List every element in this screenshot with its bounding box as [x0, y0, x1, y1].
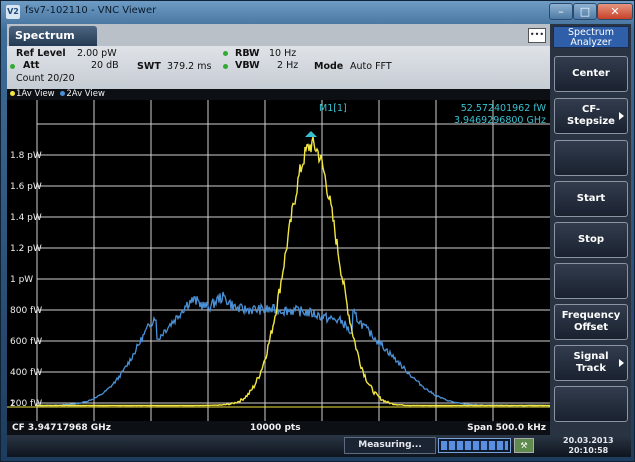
minimize-button[interactable]: – [549, 3, 573, 20]
softkey-empty-8[interactable] [554, 386, 628, 422]
softkey-empty-5[interactable] [554, 263, 628, 299]
frequency-axis-bar: CF 3.94717968 GHz 10000 pts Span 500.0 k… [7, 421, 550, 435]
softkey-empty-2[interactable] [554, 140, 628, 176]
softkey-panel: Spectrum Analyzer Center CF-Stepsize Start… [550, 24, 631, 435]
marker-value: 52.572401962 fW [460, 103, 546, 114]
softkey-label: Center [572, 68, 610, 79]
att-led-icon [10, 64, 15, 69]
ref-level-label: Ref Level [16, 48, 66, 59]
trace1-dot-icon [10, 91, 15, 96]
marker-info: 52.572401962 fW 3.9469296800 GHz [454, 103, 546, 127]
trace2-dot-icon [60, 91, 66, 96]
tab-spectrum[interactable]: Spectrum [9, 26, 97, 46]
y-tick-label: 1.8 pW [10, 151, 42, 161]
progress-fill [441, 441, 508, 450]
trace2-blue [36, 291, 550, 407]
marker-frequency: 3.9469296800 GHz [453, 115, 546, 126]
instrument-display: Spectrum ••• Ref Level 2.00 pW Att 20 dB… [7, 24, 631, 457]
center-frequency: CF 3.94717968 GHz [12, 423, 111, 433]
softkey-start[interactable]: Start [554, 181, 628, 217]
status-bar: Measuring... ⚒ 20.03.2013 20:10:58 [7, 435, 631, 457]
y-tick-label: 800 fW [10, 306, 42, 316]
vnc-app-icon: V2 [6, 5, 20, 19]
softkey-label: Stop [577, 234, 604, 245]
softkey-frequency-offset[interactable]: Frequency Offset [554, 304, 628, 340]
spectrum-plot[interactable]: 1.8 pW 1.6 pW 1.4 pW 1.2 pW 1 pW 800 fW 600 fW… [7, 100, 550, 421]
rbw-led-icon [223, 51, 228, 56]
y-tick-label: 1.2 pW [10, 244, 42, 254]
mode-label: Mode [314, 61, 344, 72]
maximize-button[interactable]: □ [573, 3, 597, 20]
softkey-label: Signal Track [573, 351, 609, 374]
trace1-yellow [36, 136, 550, 407]
tools-icon[interactable]: ⚒ [514, 438, 534, 453]
submenu-arrow-icon [619, 359, 624, 367]
title-bar[interactable]: V2 fsv7-102110 - VNC Viewer – □ ✕ [1, 1, 635, 23]
more-icon[interactable]: ••• [528, 28, 546, 43]
marker-label: M1[1] [319, 103, 347, 114]
vnc-window: V2 fsv7-102110 - VNC Viewer – □ ✕ Spectr… [0, 0, 635, 462]
softkey-label: Start [576, 193, 606, 204]
submenu-arrow-icon [619, 112, 624, 120]
trace1-label[interactable]: 1Av View [16, 89, 55, 99]
spectrum-graph: 1.8 pW 1.6 pW 1.4 pW 1.2 pW 1 pW 800 fW 600 fW… [7, 100, 550, 421]
softkey-menu-title-line2: Analyzer [570, 37, 612, 48]
swt-label: SWT [137, 61, 161, 72]
close-button[interactable]: ✕ [597, 3, 633, 20]
date-time: 20.03.2013 20:10:58 [563, 436, 614, 456]
date-value: 20.03.2013 [563, 436, 614, 445]
softkey-label: CF-Stepsize [567, 104, 615, 127]
softkey-center[interactable]: Center [554, 56, 628, 92]
y-tick-label: 1 pW [10, 275, 33, 285]
info-area: Spectrum ••• Ref Level 2.00 pW Att 20 dB… [7, 24, 550, 100]
att-value[interactable]: 20 dB [91, 60, 119, 71]
span-value: Span 500.0 kHz [467, 423, 546, 433]
settings-panel: Ref Level 2.00 pW Att 20 dB Count 20/20 … [7, 46, 550, 89]
ref-level-value[interactable]: 2.00 pW [77, 48, 117, 59]
grid [36, 100, 550, 421]
trace-legend: 1Av View 2Av View [7, 89, 550, 100]
softkey-label: Frequency Offset [561, 310, 621, 333]
swt-value[interactable]: 379.2 ms [167, 61, 211, 72]
rbw-value[interactable]: 10 Hz [269, 48, 296, 59]
vbw-led-icon [223, 64, 228, 69]
softkey-menu-title: Spectrum Analyzer [553, 26, 629, 48]
att-label: Att [23, 60, 40, 71]
trace-level-label: 1 [10, 399, 15, 408]
points-count: 10000 pts [250, 423, 301, 433]
y-tick-label: 1.6 pW [10, 182, 42, 192]
measuring-status: Measuring... [344, 437, 436, 454]
vbw-value[interactable]: 2 Hz [277, 60, 298, 71]
rbw-label: RBW [235, 48, 260, 59]
time-value: 20:10:58 [568, 446, 609, 455]
vbw-label: VBW [235, 60, 260, 71]
window-title: fsv7-102110 - VNC Viewer [25, 5, 157, 16]
softkey-cf-stepsize[interactable]: CF-Stepsize [554, 98, 628, 134]
y-tick-label: 600 fW [10, 337, 42, 347]
marker-m1-icon[interactable] [305, 131, 317, 137]
y-tick-label: 1.4 pW [10, 213, 42, 223]
softkey-stop[interactable]: Stop [554, 222, 628, 258]
y-tick-label: 400 fW [10, 368, 42, 378]
count-value: Count 20/20 [16, 73, 75, 84]
measurement-progress-bar [438, 438, 511, 453]
trace2-label[interactable]: 2Av View [66, 89, 105, 99]
softkey-signal-track[interactable]: Signal Track [554, 345, 628, 381]
mode-value[interactable]: Auto FFT [350, 61, 392, 72]
